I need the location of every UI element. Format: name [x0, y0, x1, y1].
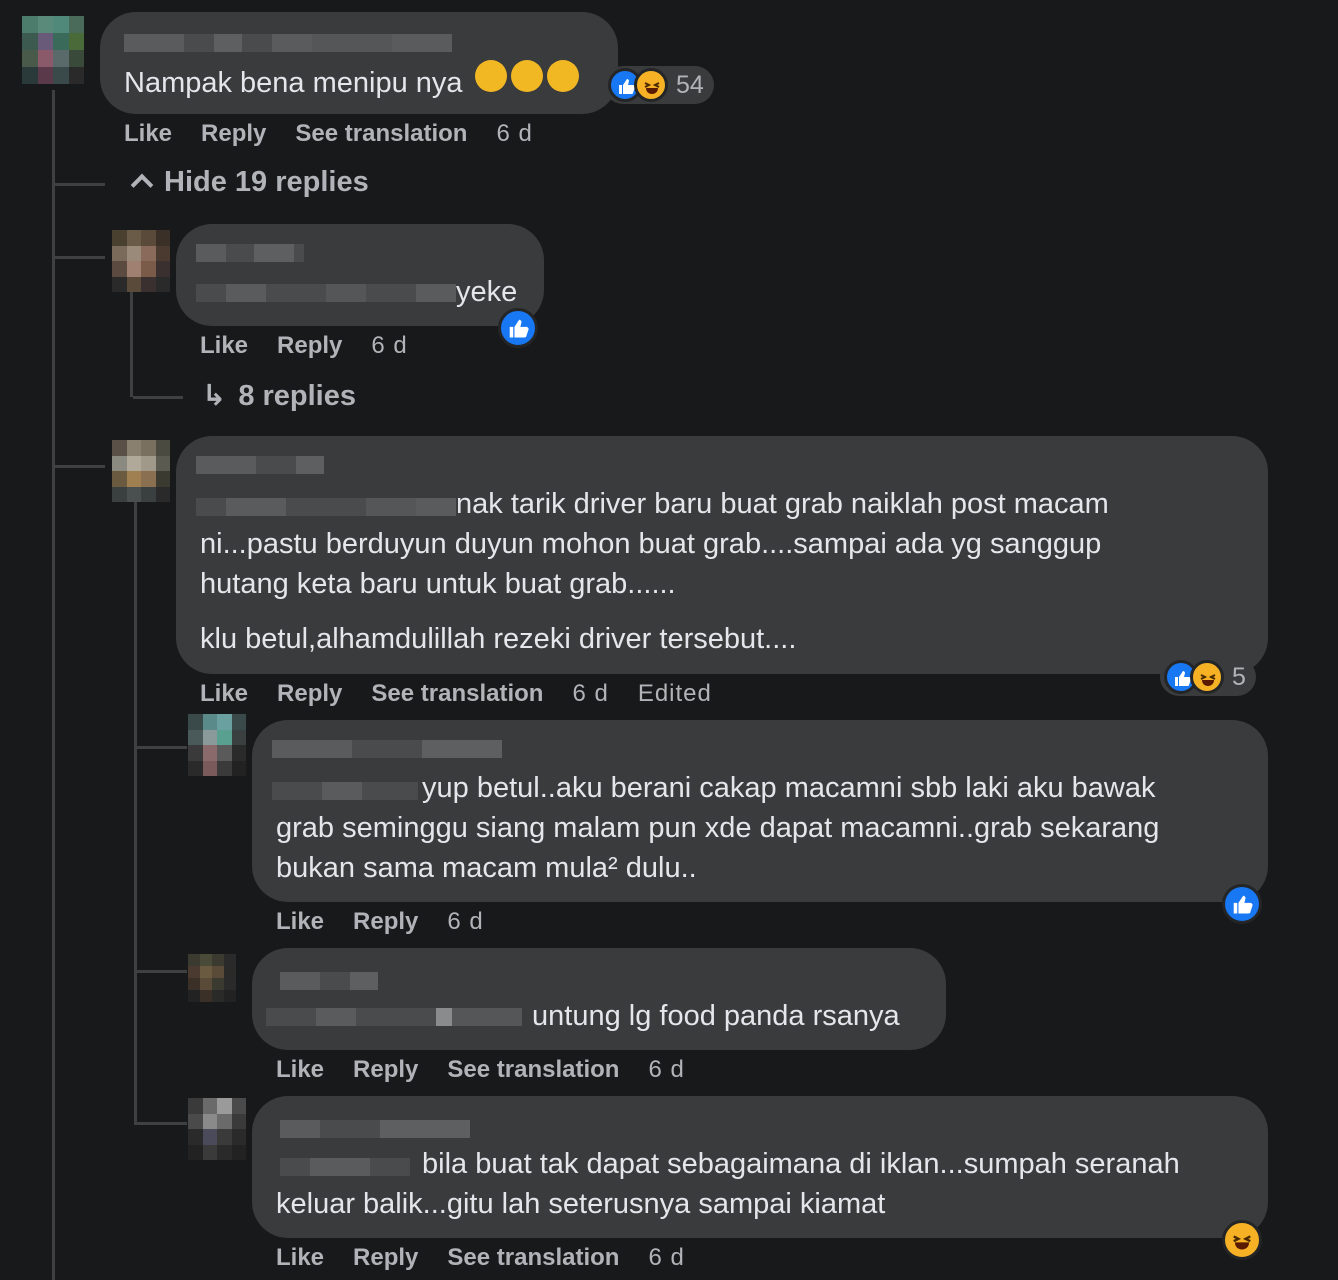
haha-reaction-icon [634, 68, 668, 102]
timestamp[interactable]: 6 d [447, 908, 483, 936]
reply-actions: Like Reply See translation 6 d [276, 1056, 714, 1084]
reaction-summary[interactable]: 54 [604, 66, 714, 104]
like-button[interactable]: Like [276, 908, 324, 936]
blurred-mention [280, 1158, 410, 1176]
blurred-mention [196, 284, 456, 302]
reply-text-line: bukan sama macam mula² dulu.. [276, 852, 697, 884]
blurred-author-name [272, 740, 502, 758]
view-replies-button[interactable]: ↳ 8 replies [202, 378, 356, 413]
reply-button[interactable]: Reply [277, 332, 342, 360]
thread-branch-hide [55, 183, 105, 186]
like-reaction-icon [1222, 884, 1262, 924]
thread-branch-sub1 [137, 746, 187, 749]
see-translation-link[interactable]: See translation [447, 1056, 619, 1084]
see-translation-link[interactable]: See translation [447, 1244, 619, 1272]
thread-line-reply2 [134, 500, 137, 1125]
reply-button[interactable]: Reply [353, 1244, 418, 1272]
reply-text-line: yup betul..aku berani cakap macamni sbb … [422, 772, 1156, 804]
like-button[interactable]: Like [200, 332, 248, 360]
reply-text: untung lg food panda rsanya [532, 1000, 900, 1032]
blurred-mention [272, 782, 418, 800]
reply-button[interactable]: Reply [201, 120, 266, 148]
reply-actions: Like Reply 6 d [276, 908, 513, 936]
reply-actions: Like Reply 6 d [200, 332, 437, 360]
avatar[interactable] [188, 954, 236, 1002]
blurred-author-name [280, 1120, 470, 1138]
reaction-summary[interactable]: 5 [1160, 658, 1256, 696]
haha-reaction-icon [1222, 1220, 1262, 1260]
reply-text-line: bila buat tak dapat sebagaimana di iklan… [422, 1148, 1180, 1180]
like-button[interactable]: Like [276, 1056, 324, 1084]
reply-text-line: hutang keta baru untuk buat grab...... [200, 568, 676, 600]
reaction-summary[interactable] [1222, 1220, 1262, 1260]
like-button[interactable]: Like [124, 120, 172, 148]
blurred-author-name [196, 244, 304, 262]
reply-button[interactable]: Reply [353, 908, 418, 936]
comment-text: Nampak bena menipu nya [124, 60, 579, 103]
reply-actions: Like Reply See translation 6 d Edited [200, 680, 741, 708]
avatar[interactable] [188, 714, 246, 776]
thread-branch-reply2 [55, 465, 105, 468]
avatar[interactable] [188, 1098, 246, 1160]
hide-replies-button[interactable]: Hide 19 replies [126, 166, 369, 199]
avatar[interactable] [112, 230, 170, 292]
reply-text-line: keluar balik...gitu lah seterusnya sampa… [276, 1188, 886, 1220]
reply-text-line: klu betul,alhamdulillah rezeki driver te… [200, 623, 797, 655]
reply-text-line: ni...pastu berduyun duyun mohon buat gra… [200, 528, 1102, 560]
avatar[interactable] [22, 16, 84, 84]
reaction-count: 5 [1232, 662, 1246, 691]
reply-text-line: grab seminggu siang malam pun xde dapat … [276, 812, 1160, 844]
thread-branch-reply1 [55, 256, 105, 259]
thread-line-main [52, 90, 55, 1280]
haha-reaction-icon [1190, 660, 1224, 694]
reply-actions: Like Reply See translation 6 d [276, 1244, 714, 1272]
blurred-mention [266, 1008, 522, 1026]
blurred-author-name [196, 456, 324, 474]
sleeping-face-icon [546, 60, 579, 92]
reaction-summary[interactable] [498, 308, 538, 348]
sleeping-face-icon [474, 60, 507, 92]
thread-branch-sub3 [137, 1122, 187, 1125]
sleeping-face-icon [510, 60, 543, 92]
thread-line-reply1 [130, 292, 133, 397]
edited-label: Edited [637, 680, 712, 707]
chevron-up-icon [130, 173, 154, 197]
reply-arrow-icon: ↳ [202, 380, 227, 412]
timestamp[interactable]: 6 d [371, 332, 407, 360]
timestamp[interactable]: 6 d [648, 1244, 684, 1272]
reply-button[interactable]: Reply [277, 680, 342, 708]
thread-branch-sub2 [137, 970, 187, 973]
avatar[interactable] [112, 440, 170, 502]
blurred-mention [196, 498, 456, 516]
reaction-count: 54 [676, 70, 704, 99]
like-button[interactable]: Like [276, 1244, 324, 1272]
timestamp[interactable]: 6 d [496, 120, 532, 148]
blurred-author-name [280, 972, 378, 990]
see-translation-link[interactable]: See translation [371, 680, 543, 708]
like-reaction-icon [498, 308, 538, 348]
blurred-author-name [124, 34, 452, 52]
reply-text: yeke [456, 276, 518, 308]
reply-text-line: nak tarik driver baru buat grab naiklah … [456, 488, 1109, 520]
see-translation-link[interactable]: See translation [295, 120, 467, 148]
timestamp[interactable]: 6 d [572, 680, 608, 708]
reaction-summary[interactable] [1222, 884, 1262, 924]
like-button[interactable]: Like [200, 680, 248, 708]
reply-button[interactable]: Reply [353, 1056, 418, 1084]
timestamp[interactable]: 6 d [648, 1056, 684, 1084]
comment-actions: Like Reply See translation 6 d [124, 120, 562, 148]
thread-branch-8replies [133, 396, 183, 399]
